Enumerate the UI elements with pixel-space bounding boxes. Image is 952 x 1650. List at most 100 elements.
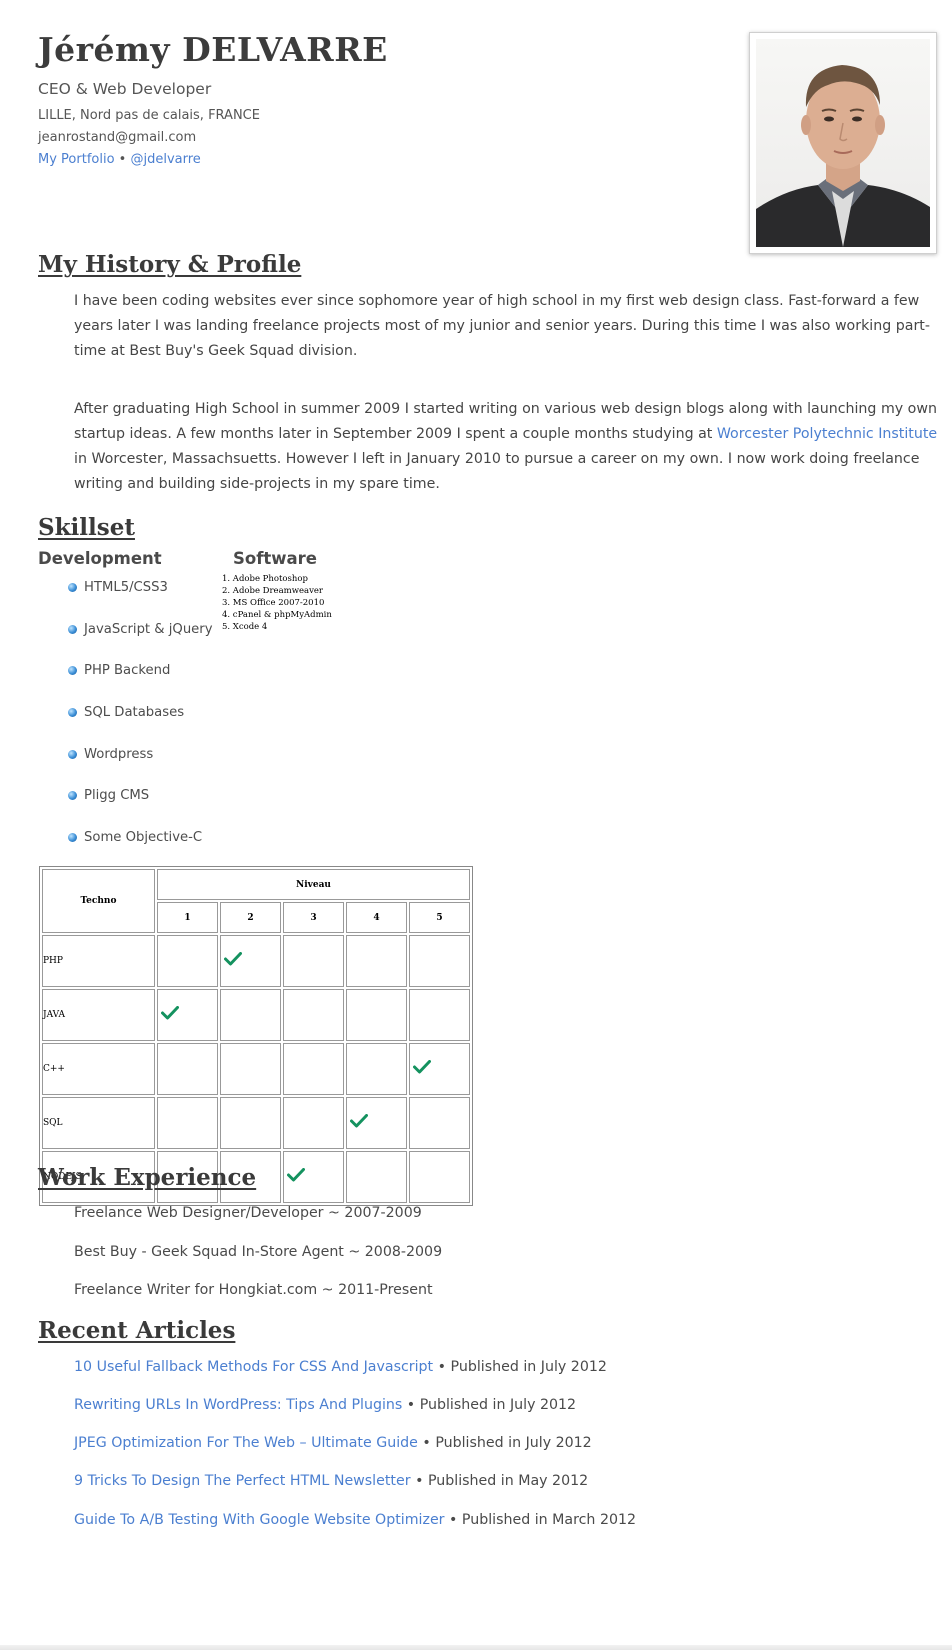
- level-cell: [220, 1097, 281, 1149]
- article-separator: •: [449, 1512, 458, 1528]
- resume-page: Jérémy DELVARRE CEO & Web Developer LILL…: [0, 0, 952, 1650]
- job-title: CEO & Web Developer: [38, 80, 212, 98]
- bullet-icon: [68, 666, 77, 676]
- article-date: Published in March 2012: [461, 1512, 637, 1528]
- bullet-icon: [68, 708, 77, 718]
- article-date: Published in July 2012: [435, 1435, 592, 1451]
- techno-header: Techno: [42, 869, 155, 933]
- article-separator: •: [422, 1435, 431, 1451]
- profile-paragraph-2: After graduating High School in summer 2…: [74, 397, 940, 497]
- level-cell: [220, 1043, 281, 1095]
- level-cell: [409, 989, 470, 1041]
- profile-paragraph-1: I have been coding websites ever since s…: [74, 293, 930, 359]
- article-item: Guide To A/B Testing With Google Website…: [74, 1512, 636, 1528]
- article-item: 10 Useful Fallback Methods For CSS And J…: [74, 1359, 607, 1375]
- level-cell: [220, 935, 281, 987]
- skills-table-body: PHP JAVA C++ SQL NODEJS: [42, 935, 470, 1203]
- level-cell: [283, 1097, 344, 1149]
- article-link[interactable]: JPEG Optimization For The Web – Ultimate…: [74, 1435, 418, 1451]
- article-item: 9 Tricks To Design The Perfect HTML News…: [74, 1473, 588, 1489]
- level-cell: [157, 1043, 218, 1095]
- list-item: 4. cPanel & phpMyAdmin: [222, 610, 332, 620]
- development-list: HTML5/CSS3 JavaScript & jQuery PHP Backe…: [68, 580, 213, 872]
- work-heading: Work Experience: [38, 1164, 257, 1191]
- list-item: Pligg CMS: [68, 788, 213, 830]
- level-cell: [157, 935, 218, 987]
- list-item: PHP Backend: [68, 663, 213, 705]
- level-cell: [346, 1043, 407, 1095]
- article-separator: •: [406, 1397, 416, 1413]
- list-item: HTML5/CSS3: [68, 580, 213, 622]
- checkmark-icon: [161, 1006, 179, 1020]
- email-address: jeanrostand@gmail.com: [38, 130, 197, 145]
- profile-paragraph-2-text-end: in Worcester, Massachsuetts. However I l…: [74, 451, 920, 492]
- table-row: PHP: [42, 935, 470, 987]
- portfolio-link[interactable]: My Portfolio: [38, 152, 115, 167]
- skill-label: Some Objective-C: [84, 830, 203, 846]
- list-item: 1. Adobe Photoshop: [222, 574, 308, 584]
- contact-links: My Portfolio • @jdelvarre: [38, 152, 201, 167]
- skill-label: Wordpress: [84, 746, 154, 762]
- table-row: JAVA: [42, 989, 470, 1041]
- article-item: JPEG Optimization For The Web – Ultimate…: [74, 1435, 592, 1451]
- article-link[interactable]: Rewriting URLs In WordPress: Tips And Pl…: [74, 1397, 402, 1413]
- link-separator: •: [118, 152, 127, 167]
- level-cell: [409, 1043, 470, 1095]
- level-cell: [220, 989, 281, 1041]
- bullet-icon: [68, 749, 77, 759]
- article-date: Published in July 2012: [450, 1359, 607, 1375]
- checkmark-icon: [224, 952, 242, 966]
- article-item: Rewriting URLs In WordPress: Tips And Pl…: [74, 1397, 576, 1413]
- wpi-link[interactable]: Worcester Polytechnic Institute: [717, 426, 937, 442]
- article-link[interactable]: 9 Tricks To Design The Perfect HTML News…: [74, 1473, 411, 1489]
- level-cell: [346, 935, 407, 987]
- twitter-link[interactable]: @jdelvarre: [130, 152, 200, 167]
- level-cell: [283, 989, 344, 1041]
- table-row: SQL: [42, 1097, 470, 1149]
- checkmark-icon: [287, 1168, 305, 1182]
- page-bottom-divider: [0, 1645, 952, 1650]
- level-header: 1: [157, 902, 218, 933]
- bullet-icon: [68, 624, 77, 634]
- work-item: Freelance Writer for Hongkiat.com ~ 2011…: [74, 1282, 433, 1298]
- level-cell: [409, 935, 470, 987]
- table-row: C++: [42, 1043, 470, 1095]
- profile-heading: My History & Profile: [38, 251, 302, 278]
- level-cell: [157, 1097, 218, 1149]
- level-cell: [346, 1097, 407, 1149]
- techno-label: JAVA: [42, 989, 155, 1041]
- person-name: Jérémy DELVARRE: [38, 30, 388, 69]
- work-item: Freelance Web Designer/Developer ~ 2007-…: [74, 1205, 422, 1221]
- skill-label: HTML5/CSS3: [84, 580, 168, 595]
- software-heading: Software: [233, 549, 317, 568]
- article-date: Published in May 2012: [427, 1473, 589, 1489]
- techno-label: SQL: [42, 1097, 155, 1149]
- techno-label: PHP: [42, 935, 155, 987]
- bullet-icon: [68, 583, 77, 592]
- articles-heading: Recent Articles: [38, 1317, 236, 1344]
- list-item: 2. Adobe Dreamweaver: [222, 586, 323, 596]
- level-header: 5: [409, 902, 470, 933]
- profile-photo-frame: [749, 32, 937, 254]
- level-cell: [283, 935, 344, 987]
- level-cell: [283, 1151, 344, 1203]
- list-item: SQL Databases: [68, 705, 213, 747]
- bullet-icon: [68, 791, 77, 801]
- article-link[interactable]: Guide To A/B Testing With Google Website…: [74, 1512, 445, 1528]
- skill-label: SQL Databases: [84, 705, 185, 721]
- skill-label: JavaScript & jQuery: [84, 621, 213, 637]
- software-list: 1. Adobe Photoshop 2. Adobe Dreamweaver …: [222, 573, 332, 633]
- location: LILLE, Nord pas de calais, FRANCE: [38, 108, 260, 123]
- level-cell: [346, 1151, 407, 1203]
- level-header: 4: [346, 902, 407, 933]
- level-cell: [346, 989, 407, 1041]
- skill-label: Pligg CMS: [84, 788, 150, 804]
- checkmark-icon: [350, 1114, 368, 1128]
- article-link[interactable]: 10 Useful Fallback Methods For CSS And J…: [74, 1359, 433, 1375]
- article-separator: •: [437, 1359, 446, 1375]
- article-date: Published in July 2012: [419, 1397, 577, 1413]
- work-item: Best Buy - Geek Squad In-Store Agent ~ 2…: [74, 1244, 443, 1260]
- level-cell: [409, 1151, 470, 1203]
- level-cell: [157, 989, 218, 1041]
- checkmark-icon: [413, 1060, 431, 1074]
